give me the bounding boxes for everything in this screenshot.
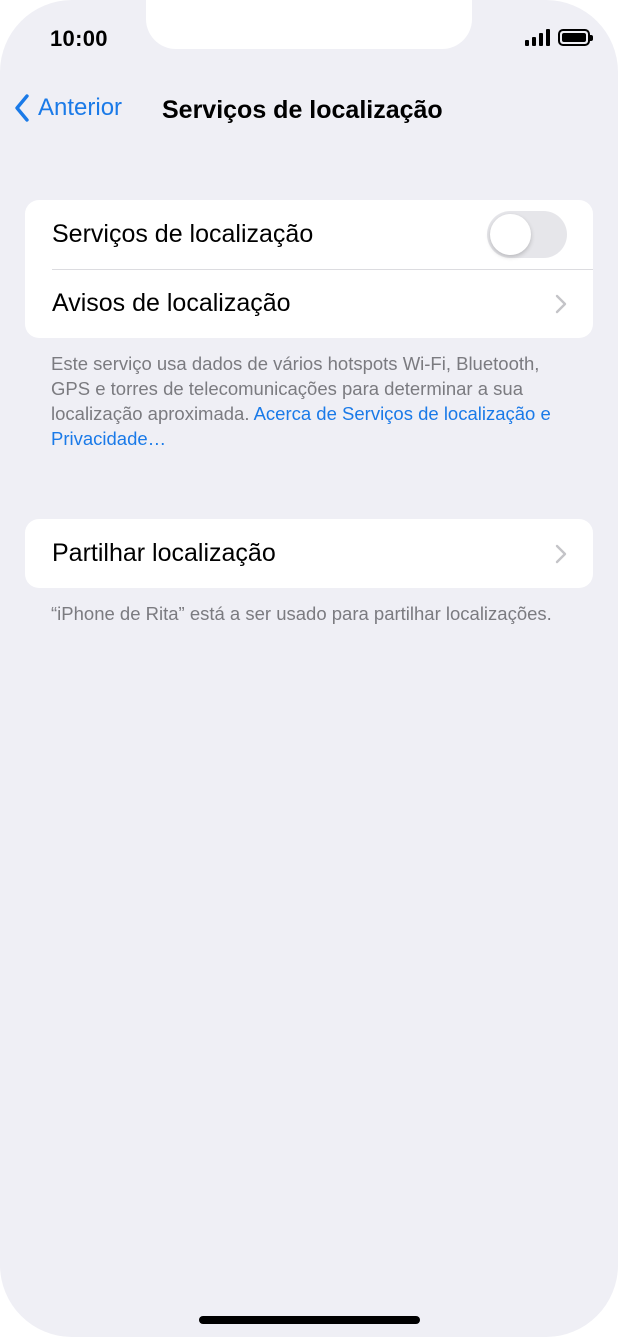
- chevron-right-icon: [555, 294, 567, 313]
- back-button[interactable]: Anterior: [14, 94, 122, 122]
- home-indicator[interactable]: [199, 1316, 420, 1324]
- toggle-knob: [490, 214, 531, 255]
- share-location-footer: “iPhone de Rita” está a ser usado para p…: [51, 603, 552, 624]
- status-icons: [525, 28, 593, 46]
- location-services-footer: Este serviço usa dados de vários hotspot…: [51, 351, 571, 451]
- row-divider: [52, 269, 593, 270]
- status-time: 10:00: [50, 26, 108, 51]
- battery-icon: [558, 28, 593, 46]
- notch: [146, 0, 472, 49]
- phone-screen: 10:00 Anterior Serviços de localização S…: [0, 0, 618, 1337]
- location-alerts-label: Avisos de localização: [52, 289, 291, 317]
- share-location-row[interactable]: Partilhar localização: [25, 519, 593, 588]
- share-location-label: Partilhar localização: [52, 539, 276, 567]
- navigation-bar: Anterior Serviços de localização: [0, 88, 618, 132]
- settings-group-sharing: Partilhar localização: [25, 519, 593, 588]
- cellular-signal-icon: [525, 28, 550, 46]
- location-services-row: Serviços de localização: [25, 200, 593, 269]
- settings-group-location: Serviços de localização Avisos de locali…: [25, 200, 593, 338]
- location-services-toggle[interactable]: [487, 211, 567, 258]
- page-title: Serviços de localização: [162, 96, 443, 124]
- location-services-label: Serviços de localização: [52, 220, 314, 248]
- chevron-left-icon: [15, 94, 29, 122]
- chevron-right-icon: [555, 544, 567, 563]
- location-alerts-row[interactable]: Avisos de localização: [25, 269, 593, 338]
- back-button-label: Anterior: [38, 94, 123, 121]
